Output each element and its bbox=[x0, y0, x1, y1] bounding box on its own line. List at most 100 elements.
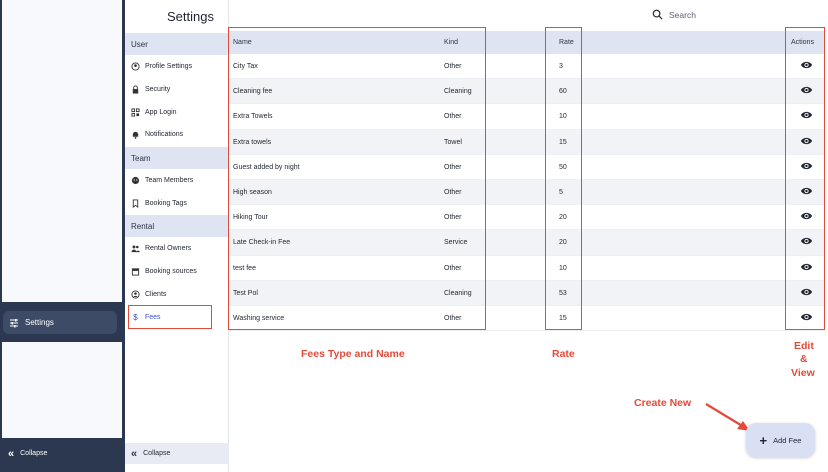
submenu-collapse-button[interactable]: « Collapse bbox=[125, 443, 229, 464]
section-header-rental: Rental bbox=[125, 215, 229, 237]
user-circle-icon bbox=[131, 289, 140, 299]
lock-icon bbox=[131, 84, 140, 94]
fee-rate-cell: 10 bbox=[559, 264, 567, 272]
table-row: Hiking Tour Other 20 bbox=[229, 205, 824, 231]
add-fee-button[interactable]: + Add Fee bbox=[746, 423, 815, 457]
fee-kind-cell: Cleaning bbox=[444, 88, 472, 96]
table-row: City Tax Other 3 bbox=[229, 54, 824, 80]
settings-submenu: Settings User Profile Settings Security … bbox=[125, 0, 229, 472]
view-icon[interactable] bbox=[800, 161, 813, 173]
menu-item-label: Fees bbox=[145, 313, 161, 321]
fee-kind-cell: Service bbox=[444, 239, 468, 247]
menu-item-label: Booking Tags bbox=[145, 199, 187, 207]
menu-item-label: Clients bbox=[145, 290, 167, 298]
fee-name-cell: Hiking Tour bbox=[233, 214, 268, 222]
fees-table: Name Kind Rate Actions City Tax Other 3 Cle… bbox=[229, 31, 824, 332]
bell-icon bbox=[131, 130, 140, 139]
menu-item-clients[interactable]: Clients bbox=[125, 284, 229, 304]
dollar-icon: $ bbox=[133, 312, 138, 322]
column-header-rate[interactable]: Rate bbox=[559, 39, 574, 46]
menu-item-rental-owners[interactable]: Rental Owners bbox=[125, 238, 229, 258]
column-header-kind[interactable]: Kind bbox=[444, 39, 458, 46]
fee-name-cell: Extra Towels bbox=[233, 113, 273, 121]
fee-rate-cell: 60 bbox=[559, 88, 567, 96]
add-fee-label: Add Fee bbox=[773, 435, 802, 445]
tune-icon bbox=[10, 318, 18, 327]
annotation-view: View bbox=[791, 367, 815, 379]
face-icon bbox=[131, 176, 140, 185]
section-header-team: Team bbox=[125, 147, 229, 169]
annotation-ampersand: & bbox=[800, 353, 808, 365]
fee-rate-cell: 53 bbox=[559, 289, 567, 297]
fee-name-cell: Extra towels bbox=[233, 138, 272, 146]
app-rail: Settings « Collapse bbox=[0, 0, 125, 472]
fee-rate-cell: 5 bbox=[559, 188, 563, 196]
rail-mid-panel bbox=[2, 342, 122, 438]
bookmark-icon bbox=[131, 198, 140, 208]
table-row: Guest added by night Other 50 bbox=[229, 155, 824, 180]
view-icon[interactable] bbox=[800, 262, 813, 274]
fee-rate-cell: 20 bbox=[559, 214, 567, 222]
menu-item-security[interactable]: Security bbox=[125, 79, 229, 99]
rail-collapse-button[interactable]: « Collapse bbox=[2, 443, 122, 464]
view-icon[interactable] bbox=[800, 110, 813, 122]
fee-rate-cell: 20 bbox=[559, 239, 567, 247]
view-icon[interactable] bbox=[800, 85, 813, 97]
menu-item-label: Profile Settings bbox=[145, 62, 193, 70]
annotation-fees-type-name: Fees Type and Name bbox=[301, 348, 405, 360]
fee-name-cell: Guest added by night bbox=[233, 163, 300, 171]
search-field[interactable]: Search bbox=[652, 9, 696, 20]
fee-kind-cell: Other bbox=[444, 314, 462, 322]
fee-rate-cell: 10 bbox=[559, 113, 567, 121]
fee-name-cell: Late Check-in Fee bbox=[233, 239, 291, 247]
fee-kind-cell: Cleaning bbox=[444, 289, 472, 297]
view-icon[interactable] bbox=[800, 136, 813, 148]
annotation-create-new: Create New bbox=[634, 397, 692, 409]
double-chevron-left-icon: « bbox=[131, 447, 138, 460]
table-header-row: Name Kind Rate Actions bbox=[229, 31, 824, 54]
store-icon bbox=[131, 267, 140, 276]
fee-rate-cell: 15 bbox=[559, 314, 567, 322]
column-header-name[interactable]: Name bbox=[233, 39, 252, 46]
menu-item-notifications[interactable]: Notifications bbox=[125, 124, 229, 144]
menu-item-booking-sources[interactable]: Booking sources bbox=[125, 261, 229, 281]
menu-item-app-login[interactable]: App Login bbox=[125, 102, 229, 122]
view-icon[interactable] bbox=[800, 60, 813, 72]
fee-name-cell: test fee bbox=[233, 264, 256, 272]
plus-icon: + bbox=[759, 432, 768, 448]
people-icon bbox=[131, 244, 140, 253]
menu-item-fees[interactable]: $ Fees bbox=[125, 307, 229, 327]
view-icon[interactable] bbox=[800, 312, 813, 324]
table-row: Washing service Other 15 bbox=[229, 306, 824, 332]
menu-item-profile-settings[interactable]: Profile Settings bbox=[125, 56, 229, 76]
menu-item-label: Security bbox=[145, 85, 171, 93]
fee-kind-cell: Other bbox=[444, 163, 462, 171]
fee-kind-cell: Other bbox=[444, 188, 462, 196]
fee-rate-cell: 50 bbox=[559, 163, 567, 171]
fee-name-cell: Cleaning fee bbox=[233, 88, 273, 96]
fee-kind-cell: Other bbox=[444, 113, 462, 121]
double-chevron-left-icon: « bbox=[8, 447, 15, 460]
view-icon[interactable] bbox=[800, 186, 813, 198]
table-row: Extra towels Towel 15 bbox=[229, 129, 824, 155]
table-row: Test Pol Cleaning 53 bbox=[229, 280, 824, 306]
fee-name-cell: Test Pol bbox=[233, 289, 258, 297]
account-circle-icon bbox=[131, 61, 140, 71]
table-row: Cleaning fee Cleaning 60 bbox=[229, 79, 824, 105]
page-title: Settings bbox=[167, 9, 214, 24]
menu-item-team-members[interactable]: Team Members bbox=[125, 170, 229, 190]
rail-item-settings[interactable]: Settings bbox=[3, 311, 117, 334]
table-body: City Tax Other 3 Cleaning fee Cleaning 60 Extr… bbox=[229, 54, 824, 332]
fee-kind-cell: Other bbox=[444, 63, 462, 70]
view-icon[interactable] bbox=[800, 211, 813, 223]
rail-item-label: Settings bbox=[25, 318, 54, 327]
menu-item-label: Team Members bbox=[145, 176, 194, 184]
column-header-actions: Actions bbox=[791, 39, 814, 46]
fee-kind-cell: Towel bbox=[444, 138, 462, 146]
view-icon[interactable] bbox=[800, 236, 813, 248]
fee-kind-cell: Other bbox=[444, 214, 462, 222]
menu-item-label: Rental Owners bbox=[145, 244, 192, 252]
menu-item-booking-tags[interactable]: Booking Tags bbox=[125, 193, 229, 213]
view-icon[interactable] bbox=[800, 287, 813, 299]
fee-rate-cell: 3 bbox=[559, 63, 563, 70]
